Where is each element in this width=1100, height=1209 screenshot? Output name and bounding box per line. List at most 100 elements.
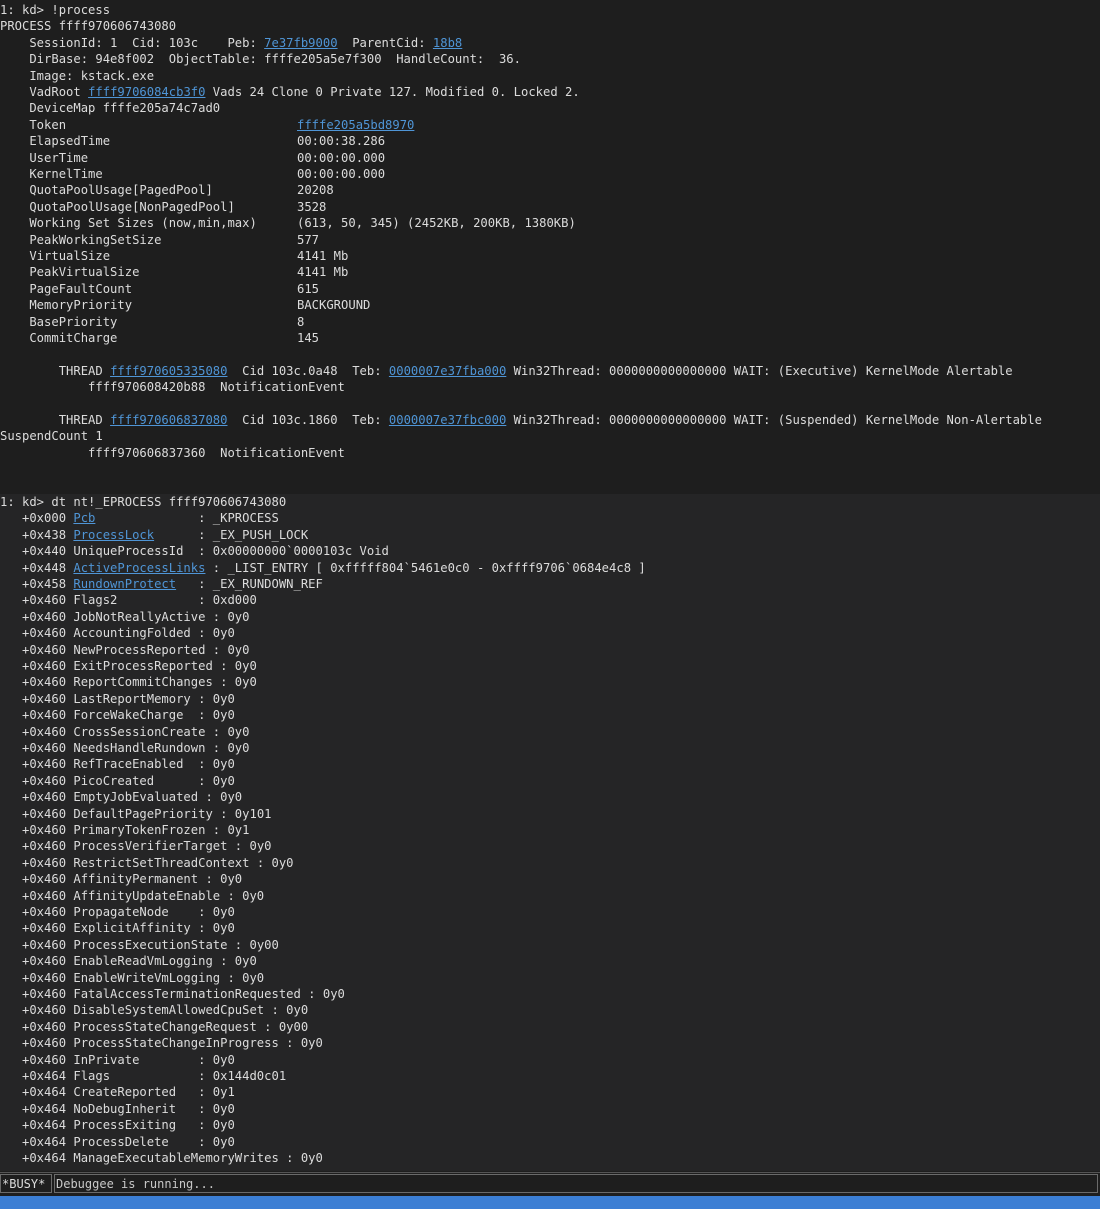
process-header-line: PROCESS ffff970606743080: [0, 19, 177, 34]
vadroot-link[interactable]: ffff9706084cb3f0: [88, 85, 205, 99]
stat-value: 577: [297, 232, 320, 247]
field-offset: +0x000: [0, 511, 74, 526]
field-value: : 0y0: [278, 1036, 323, 1051]
field-offset: +0x460: [0, 872, 74, 887]
eprocess-field-row: +0x460 InPrivate : 0y0: [0, 1052, 235, 1068]
field-value: : 0y0: [212, 659, 257, 673]
field-value: : 0x00000000`0000103c Void: [183, 544, 389, 559]
thread-line-1: THREAD ffff970605335080 Cid 103c.0a48 Te…: [0, 363, 1013, 379]
field-name: JobNotReallyActive: [73, 609, 206, 624]
field-offset: +0x448: [0, 560, 74, 575]
field-value: : 0x144d0c01: [110, 1069, 287, 1083]
field-offset: +0x460: [0, 954, 74, 969]
field-name-link[interactable]: RundownProtect: [73, 577, 176, 591]
image-line: Image: kstack.exe: [0, 68, 155, 83]
field-offset: +0x464: [0, 1118, 74, 1133]
field-name: NoDebugInherit: [73, 1101, 177, 1116]
stat-key: QuotaPoolUsage[PagedPool]: [0, 183, 213, 198]
field-name-link[interactable]: Pcb: [73, 511, 95, 525]
eprocess-field-row: +0x440 UniqueProcessId : 0x00000000`0000…: [0, 543, 389, 559]
field-offset: +0x460: [0, 659, 74, 673]
stat-value: 00:00:00.000: [297, 167, 386, 181]
field-value: : 0y0: [154, 773, 235, 788]
thread-address-link[interactable]: ffff970606837080: [110, 413, 227, 427]
eprocess-field-row: +0x460 PrimaryTokenFrozen : 0y1: [0, 822, 249, 838]
eprocess-field-row: +0x464 CreateReported : 0y1: [0, 1084, 235, 1100]
field-offset: +0x460: [0, 888, 74, 903]
session-info-line: SessionId: 1 Cid: 103c Peb: 7e37fb9000 P…: [0, 35, 462, 51]
eprocess-field-row: +0x460 LastReportMemory : 0y0: [0, 691, 235, 707]
stat-value: 4141 Mb: [297, 249, 349, 263]
parentcid-link[interactable]: 18b8: [433, 36, 462, 50]
field-name-link[interactable]: ActiveProcessLinks: [73, 561, 205, 575]
eprocess-field-row: +0x460 JobNotReallyActive : 0y0: [0, 609, 249, 625]
field-value: : 0y0: [183, 757, 235, 772]
dirbase-line: DirBase: 94e8f002 ObjectTable: ffffe205a…: [0, 52, 521, 67]
command-input[interactable]: Debuggee is running...: [54, 1174, 1098, 1193]
field-value: : 0xd000: [117, 593, 257, 608]
stat-value: 145: [297, 331, 320, 345]
stat-value: BACKGROUND: [297, 298, 371, 313]
field-offset: +0x460: [0, 806, 74, 821]
eprocess-field-row: +0x460 ProcessVerifierTarget : 0y0: [0, 838, 272, 854]
field-value: : 0y0: [264, 1003, 309, 1018]
field-name: RestrictSetThreadContext: [73, 855, 250, 870]
eprocess-field-row: +0x460 ProcessStateChangeInProgress : 0y…: [0, 1035, 323, 1051]
eprocess-field-row: +0x460 AffinityUpdateEnable : 0y0: [0, 888, 264, 904]
teb-link[interactable]: 0000007e37fba000: [389, 364, 506, 378]
dt-output-pane: 1: kd> dt nt!_EPROCESS ffff970606743080 …: [0, 494, 1100, 1171]
field-name: FatalAccessTerminationRequested: [73, 987, 301, 1001]
field-value: : _KPROCESS: [95, 511, 279, 526]
field-offset: +0x464: [0, 1069, 74, 1083]
session-text: SessionId: 1 Cid: 103c Peb:: [0, 35, 265, 50]
thread-label: THREAD: [0, 363, 111, 378]
field-offset: +0x460: [0, 1036, 74, 1051]
vads-text: Vads 24 Clone 0 Private 127. Modified 0.…: [205, 85, 580, 99]
parentcid-text: ParentCid:: [337, 35, 433, 50]
field-offset: +0x464: [0, 1134, 74, 1149]
stat-key: MemoryPriority: [0, 298, 133, 313]
eprocess-field-row: +0x460 EnableReadVmLogging : 0y0: [0, 953, 257, 969]
devicemap-line: DeviceMap ffffe205a74c7ad0: [0, 101, 221, 116]
field-name: RefTraceEnabled: [73, 757, 184, 772]
field-name: ProcessVerifierTarget: [73, 839, 228, 854]
field-name: Flags2: [73, 593, 118, 608]
eprocess-field-row: +0x460 RefTraceEnabled : 0y0: [0, 756, 235, 772]
field-offset: +0x460: [0, 609, 74, 624]
stat-key: UserTime: [0, 150, 89, 165]
field-offset: +0x458: [0, 577, 74, 591]
stat-key: PeakWorkingSetSize: [0, 232, 162, 247]
stat-value-link[interactable]: ffffe205a5bd8970: [297, 117, 414, 133]
field-value: : 0y0: [176, 1118, 235, 1133]
suspend-count-line: SuspendCount 1: [0, 429, 103, 444]
eprocess-field-row: +0x460 CrossSessionCreate : 0y0: [0, 724, 249, 740]
thread-cid-text: Cid 103c.1860 Teb:: [227, 413, 389, 427]
field-value: : 0y0: [278, 1151, 323, 1165]
command-bar: *BUSY* Debuggee is running...: [0, 1172, 1100, 1194]
stat-key: BasePriority: [0, 314, 118, 329]
field-offset: +0x460: [0, 675, 74, 690]
eprocess-field-row: +0x460 NeedsHandleRundown : 0y0: [0, 740, 249, 756]
peb-link[interactable]: 7e37fb9000: [264, 36, 337, 50]
field-name: EnableWriteVmLogging: [73, 970, 221, 985]
field-name: ReportCommitChanges: [73, 675, 213, 690]
field-value: : 0y0: [249, 855, 294, 870]
vadroot-line: VadRoot ffff9706084cb3f0 Vads 24 Clone 0…: [0, 84, 580, 100]
eprocess-field-row: +0x464 NoDebugInherit : 0y0: [0, 1101, 235, 1117]
field-offset: +0x460: [0, 691, 74, 706]
teb-link[interactable]: 0000007e37fbc000: [389, 413, 506, 427]
eprocess-field-row: +0x464 ManageExecutableMemoryWrites : 0y…: [0, 1150, 323, 1166]
field-name: PicoCreated: [73, 773, 155, 788]
stat-value: 4141 Mb: [297, 265, 349, 280]
field-name: PropagateNode: [73, 905, 169, 919]
thread-address-link[interactable]: ffff970605335080: [110, 364, 227, 378]
eprocess-field-row: +0x460 ReportCommitChanges : 0y0: [0, 674, 257, 690]
field-value: : _EX_PUSH_LOCK: [154, 527, 309, 542]
field-name: ManageExecutableMemoryWrites: [73, 1151, 279, 1165]
status-bar: [0, 1196, 1100, 1209]
field-name: ProcessExecutionState: [73, 937, 228, 952]
field-offset: +0x440: [0, 544, 74, 559]
field-name-link[interactable]: ProcessLock: [73, 528, 154, 542]
eprocess-field-row: +0x460 EnableWriteVmLogging : 0y0: [0, 970, 264, 986]
stat-value: 8: [297, 314, 305, 329]
